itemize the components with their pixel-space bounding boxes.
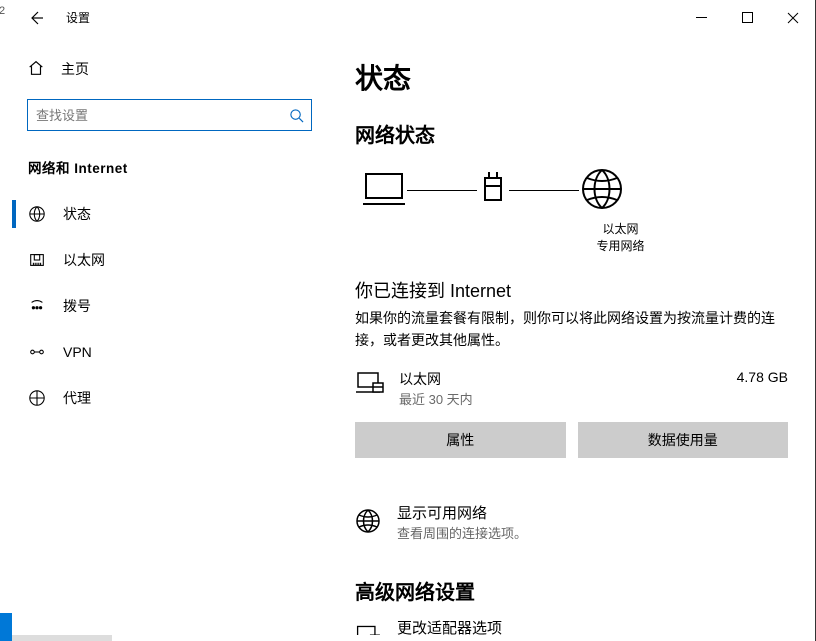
- background-edge: [0, 0, 12, 641]
- diagram-line: [407, 190, 477, 191]
- titlebar: 设置: [12, 0, 816, 35]
- show-networks-link[interactable]: 显示可用网络 查看周围的连接选项。: [355, 502, 788, 542]
- background-taskbar-hint-2: [12, 634, 112, 641]
- search-box[interactable]: [27, 99, 312, 131]
- search-icon: [281, 108, 311, 123]
- sidebar-item-vpn[interactable]: VPN: [12, 329, 327, 375]
- button-row: 属性 数据使用量: [355, 422, 788, 458]
- home-button[interactable]: 主页: [12, 49, 327, 89]
- home-icon: [27, 59, 45, 80]
- close-button[interactable]: [770, 0, 816, 35]
- section-network-status: 网络状态: [355, 119, 788, 148]
- search-input[interactable]: [28, 100, 281, 130]
- data-usage-button[interactable]: 数据使用量: [578, 422, 789, 458]
- diagram-line: [509, 190, 579, 191]
- search-container: [12, 89, 327, 131]
- adapter-options-title: 更改适配器选项: [397, 617, 592, 635]
- sidebar-item-label: 状态: [63, 204, 91, 224]
- sidebar-item-ethernet[interactable]: 以太网: [12, 237, 327, 283]
- adapter-row: 以太网 最近 30 天内 4.78 GB: [355, 369, 788, 408]
- sidebar-item-label: 代理: [63, 388, 91, 408]
- window-body: 主页 网络和 Internet 状态: [12, 35, 816, 635]
- properties-button[interactable]: 属性: [355, 422, 566, 458]
- settings-window: 设置 主页: [0, 0, 816, 641]
- sidebar-section-label: 网络和 Internet: [28, 157, 327, 177]
- sidebar: 主页 网络和 Internet 状态: [12, 35, 327, 635]
- show-networks-sub: 查看周围的连接选项。: [397, 523, 527, 542]
- show-networks-title: 显示可用网络: [397, 502, 527, 523]
- sidebar-item-label: 以太网: [63, 250, 105, 270]
- globe-icon: [27, 205, 47, 223]
- network-diagram: [361, 166, 788, 215]
- sidebar-item-label: 拨号: [63, 296, 91, 316]
- content-pane[interactable]: 状态 网络状态 以太网 专用网络: [327, 35, 816, 635]
- diagram-eth-name: 以太网: [453, 221, 788, 238]
- minimize-button[interactable]: [678, 0, 724, 35]
- pc-icon: [361, 166, 407, 215]
- ethernet-icon: [27, 251, 47, 269]
- background-taskbar-hint: [0, 613, 12, 641]
- diagram-caption: 以太网 专用网络: [453, 221, 788, 255]
- adapter-sub: 最近 30 天内: [399, 389, 723, 408]
- maximize-button[interactable]: [724, 0, 770, 35]
- internet-globe-icon: [579, 166, 625, 215]
- window-title: 设置: [66, 9, 90, 26]
- adapter-options-icon: [355, 623, 381, 635]
- home-label: 主页: [61, 59, 89, 79]
- section-advanced: 高级网络设置: [355, 576, 788, 605]
- adapter-name: 以太网: [399, 369, 723, 389]
- connected-description: 如果你的流量套餐有限制，则你可以将此网络设置为按流量计费的连接，或者更改其他属性…: [355, 307, 788, 352]
- router-icon: [477, 166, 509, 215]
- proxy-icon: [27, 389, 47, 407]
- window-surface: 设置 主页: [12, 0, 816, 635]
- sidebar-item-label: VPN: [63, 344, 92, 360]
- diagram-eth-type: 专用网络: [453, 238, 788, 255]
- sidebar-item-dialup[interactable]: 拨号: [12, 283, 327, 329]
- back-button[interactable]: [12, 0, 60, 35]
- sidebar-item-status[interactable]: 状态: [12, 191, 327, 237]
- dialup-icon: [27, 297, 47, 315]
- vpn-icon: [27, 343, 47, 361]
- globe-icon: [355, 508, 381, 537]
- adapter-options-link[interactable]: 更改适配器选项 查看网络适配器并更改连接设置。: [355, 617, 788, 635]
- sidebar-item-proxy[interactable]: 代理: [12, 375, 327, 421]
- adapter-data-size: 4.78 GB: [737, 369, 788, 385]
- connected-title: 你已连接到 Internet: [355, 277, 788, 303]
- adapter-pc-icon: [355, 369, 385, 402]
- page-title: 状态: [355, 57, 788, 97]
